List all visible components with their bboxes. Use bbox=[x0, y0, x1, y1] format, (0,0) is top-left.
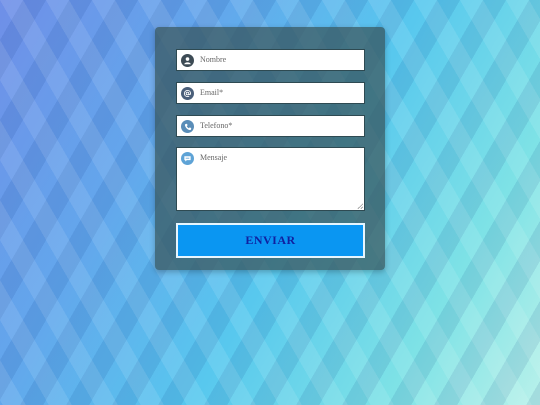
name-input[interactable]: Nombre bbox=[176, 49, 365, 71]
phone-input[interactable]: Telefono* bbox=[176, 115, 365, 137]
email-input[interactable]: Email* bbox=[176, 82, 365, 104]
phone-placeholder: Telefono* bbox=[200, 121, 233, 130]
chat-bubble-icon bbox=[181, 152, 194, 165]
user-icon bbox=[181, 54, 194, 67]
at-icon bbox=[181, 87, 194, 100]
message-placeholder: Mensaje bbox=[200, 153, 228, 162]
name-placeholder: Nombre bbox=[200, 55, 227, 64]
message-textarea[interactable]: Mensaje bbox=[176, 147, 365, 211]
phone-icon bbox=[181, 120, 194, 133]
submit-button[interactable]: ENVIAR bbox=[176, 223, 365, 258]
email-placeholder: Email* bbox=[200, 88, 224, 97]
resize-handle[interactable] bbox=[357, 203, 363, 209]
contact-form-panel: Nombre Email* Telefono* Mensaje ENVIAR bbox=[155, 27, 385, 270]
